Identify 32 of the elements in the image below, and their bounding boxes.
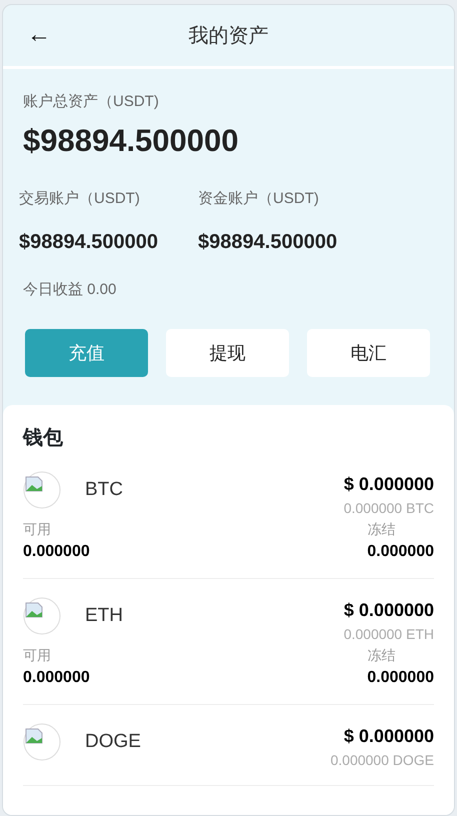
action-button[interactable]: 提现 xyxy=(166,329,289,377)
account-value: $98894.500000 xyxy=(198,230,338,254)
frozen-value: 0.000000 xyxy=(367,542,434,562)
coin-name: ETH xyxy=(85,604,123,628)
coin-amount: 0.000000 ETH xyxy=(344,625,434,644)
available-value: 0.000000 xyxy=(23,542,90,562)
total-assets-value: $98894.500000 xyxy=(23,122,240,160)
broken-image-icon xyxy=(23,471,61,509)
wallet-title: 钱包 xyxy=(23,426,64,451)
coin-amount: 0.000000 BTC xyxy=(344,499,434,518)
available-label: 可用 xyxy=(23,646,52,665)
frozen-label: 冻结 xyxy=(367,520,396,539)
coin-name: DOGE xyxy=(85,730,141,754)
coin-name: BTC xyxy=(85,478,123,502)
coin-usd-value: $ 0.000000 xyxy=(342,725,434,748)
back-button[interactable]: ← xyxy=(25,21,53,49)
account-label: 交易账户（USDT) xyxy=(19,189,141,209)
available-label: 可用 xyxy=(23,520,52,539)
coin-usd-value: $ 0.000000 xyxy=(344,473,434,496)
coin-usd-value: $ 0.000000 xyxy=(344,599,434,622)
broken-image-icon xyxy=(23,597,61,635)
account-label: 资金账户（USDT) xyxy=(198,189,320,209)
frozen-value: 0.000000 xyxy=(367,668,434,688)
frozen-label: 冻结 xyxy=(367,646,396,665)
page-title: 我的资产 xyxy=(188,24,268,48)
account-value: $98894.500000 xyxy=(19,230,158,254)
today-earnings: 今日收益 0.00 xyxy=(22,280,118,300)
available-value: 0.000000 xyxy=(23,668,90,688)
broken-image-icon xyxy=(23,723,61,761)
total-assets-label: 账户总资产（USDT) xyxy=(23,92,160,112)
coin-amount: 0.000000 DOGE xyxy=(330,751,434,770)
action-button[interactable]: 电汇 xyxy=(307,329,430,377)
